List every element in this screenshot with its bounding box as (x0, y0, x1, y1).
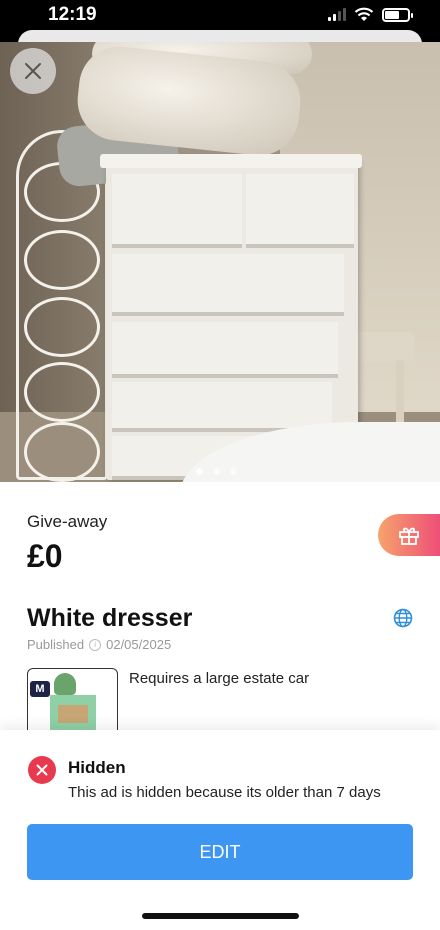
thumb-badge: M (30, 681, 50, 697)
price: £0 (27, 538, 63, 574)
listing-photo[interactable] (0, 42, 440, 482)
status-icons (328, 7, 413, 22)
pagination-dot[interactable] (213, 468, 220, 475)
hidden-title: Hidden (68, 758, 126, 777)
wifi-icon (354, 7, 374, 21)
photo-pagination[interactable] (196, 468, 237, 475)
listing-title: White dresser (27, 604, 193, 632)
close-circle-icon (36, 764, 48, 776)
close-icon (25, 63, 41, 79)
published-label: Published (27, 637, 85, 652)
published-info: Published i 02/05/2025 (27, 637, 171, 652)
gift-button[interactable] (378, 514, 440, 556)
seller-thumbnail[interactable]: M (27, 668, 118, 734)
status-bar: 12:19 (0, 0, 440, 34)
edit-button[interactable]: EDIT (27, 824, 413, 880)
signal-icon (328, 8, 346, 21)
hidden-status-icon (28, 756, 56, 784)
listing-details: Give-away £0 White dresser Published i 0… (0, 482, 440, 734)
pagination-dot[interactable] (230, 468, 237, 475)
status-time: 12:19 (48, 4, 97, 25)
info-icon: i (89, 638, 102, 651)
published-date: 02/05/2025 (106, 637, 172, 652)
gift-icon (399, 527, 419, 545)
pagination-dot[interactable] (196, 468, 203, 475)
price-type: Give-away (27, 512, 108, 531)
battery-icon (382, 7, 413, 22)
hidden-banner: Hidden This ad is hidden because its old… (0, 730, 440, 930)
home-indicator (142, 913, 299, 919)
close-button[interactable] (10, 48, 56, 94)
hidden-message: This ad is hidden because its older than… (68, 784, 381, 801)
globe-icon[interactable] (393, 608, 413, 628)
listing-description: Requires a large estate car (129, 670, 310, 687)
